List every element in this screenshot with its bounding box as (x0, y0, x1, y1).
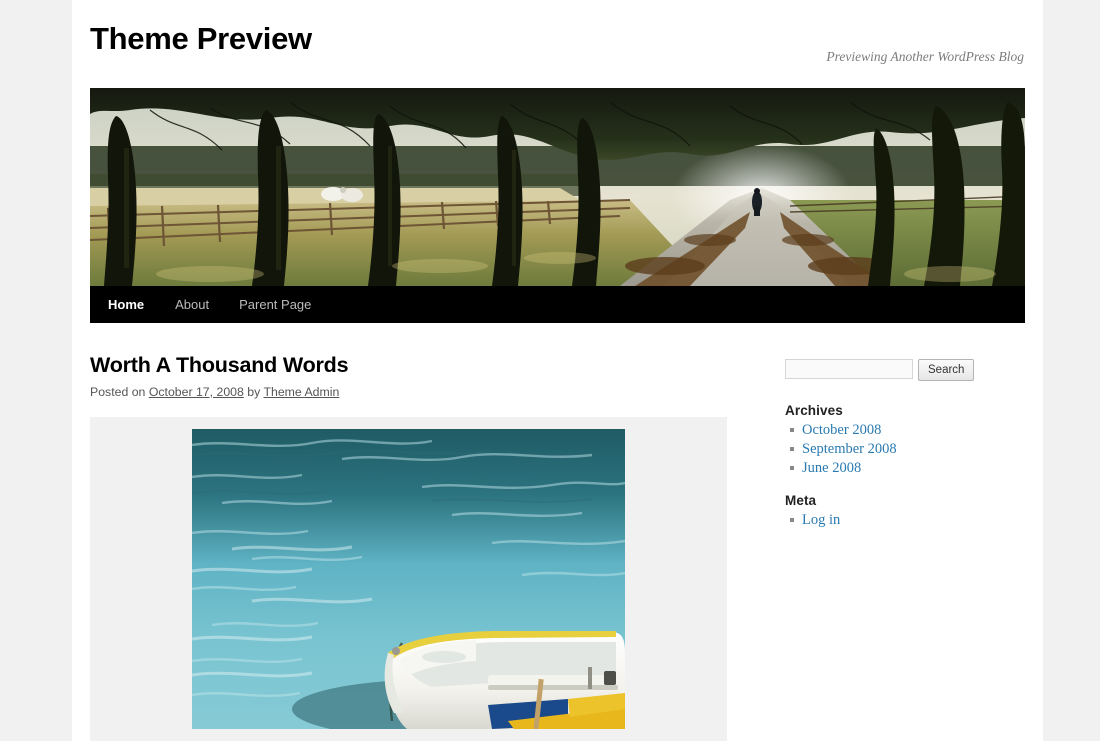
archive-link-june-2008[interactable]: June 2008 (802, 460, 861, 476)
post-meta-prefix: Posted on (90, 384, 146, 399)
page-title[interactable]: Theme Preview (90, 21, 312, 56)
search-input[interactable] (785, 359, 913, 379)
site-description: Previewing Another WordPress Blog (826, 49, 1024, 64)
post-meta-by: by (247, 384, 261, 399)
nav-link-about[interactable]: About (160, 286, 224, 323)
list-item[interactable]: Log in (785, 511, 1045, 529)
sidebar: Search Archives October 2008 September 2… (785, 353, 1045, 741)
site-branding: Theme Preview Previewing Another WordPre… (90, 0, 1025, 88)
gallery-image-boat[interactable] (192, 428, 625, 729)
search-button[interactable]: Search (918, 359, 975, 381)
search-form[interactable]: Search (785, 359, 1045, 381)
nav-link-parent-page[interactable]: Parent Page (224, 286, 326, 323)
post-article: Worth A Thousand Words Posted on October… (90, 353, 730, 741)
archive-link-october-2008[interactable]: October 2008 (802, 422, 881, 438)
post-title[interactable]: Worth A Thousand Words (90, 353, 730, 379)
content-column: Worth A Thousand Words Posted on October… (90, 353, 730, 741)
header-image-graphic (90, 88, 1025, 286)
nav-list: Home About Parent Page (108, 286, 326, 323)
meta-list: Log in (785, 511, 1045, 529)
widget-title-meta: Meta (785, 493, 817, 508)
list-item[interactable]: June 2008 (785, 459, 1045, 477)
site-title-link[interactable]: Theme Preview (90, 21, 312, 56)
post-meta: Posted on October 17, 2008 by Theme Admi… (90, 385, 730, 399)
post-author-link[interactable]: Theme Admin (263, 385, 339, 399)
nav-item-about[interactable]: About (160, 286, 224, 323)
masthead: Theme Preview Previewing Another WordPre… (72, 0, 1043, 323)
header-image (90, 88, 1025, 286)
main-region: Worth A Thousand Words Posted on October… (72, 323, 1043, 741)
boat-image-graphic (192, 428, 625, 729)
primary-navigation[interactable]: Home About Parent Page (90, 286, 1025, 323)
nav-link-home[interactable]: Home (108, 286, 160, 323)
nav-item-home[interactable]: Home (108, 286, 160, 323)
widget-title-archives: Archives (785, 403, 843, 418)
archives-list: October 2008 September 2008 June 2008 (785, 421, 1045, 477)
meta-link-log-in[interactable]: Log in (802, 512, 840, 528)
post-gallery (90, 416, 727, 741)
nav-item-parent-page[interactable]: Parent Page (224, 286, 326, 323)
list-item[interactable]: September 2008 (785, 440, 1045, 458)
archive-link-september-2008[interactable]: September 2008 (802, 441, 897, 457)
list-item[interactable]: October 2008 (785, 421, 1045, 439)
widget-meta: Meta Log in (785, 493, 1045, 529)
widget-archives: Archives October 2008 September 2008 Jun… (785, 403, 1045, 477)
page-wrapper: Theme Preview Previewing Another WordPre… (72, 0, 1043, 741)
post-date-link[interactable]: October 17, 2008 (149, 385, 244, 399)
